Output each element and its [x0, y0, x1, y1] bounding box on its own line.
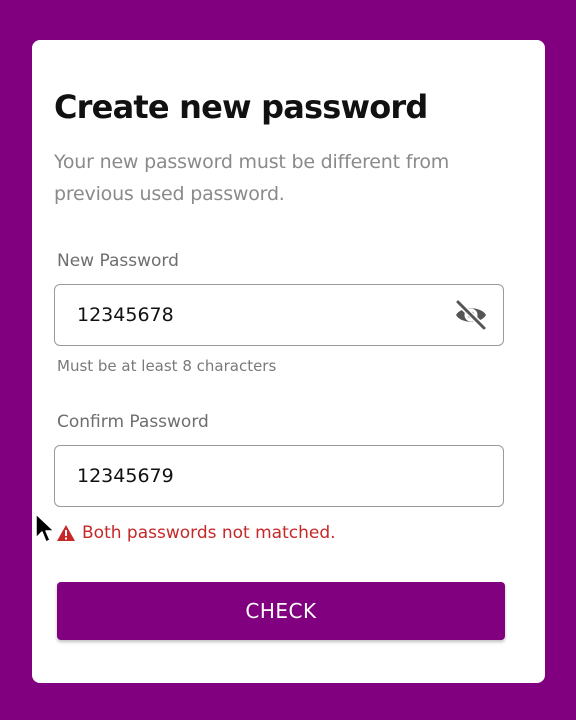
- confirm-password-field[interactable]: [54, 445, 504, 507]
- page-title: Create new password: [54, 88, 428, 126]
- eye-off-icon[interactable]: [453, 298, 489, 332]
- warning-icon: [57, 525, 75, 541]
- confirm-password-label: Confirm Password: [57, 412, 209, 432]
- check-button[interactable]: CHECK: [57, 582, 505, 640]
- error-message: Both passwords not matched.: [56, 521, 336, 545]
- error-text: Both passwords not matched.: [82, 523, 336, 543]
- new-password-label: New Password: [57, 251, 179, 271]
- new-password-field[interactable]: [54, 284, 504, 346]
- new-password-input[interactable]: [77, 285, 437, 345]
- page-subtitle: Your new password must be different from…: [54, 151, 450, 205]
- password-card: Create new password Your new password mu…: [32, 40, 545, 683]
- password-helper-text: Must be at least 8 characters: [57, 357, 277, 375]
- confirm-password-input[interactable]: [77, 446, 437, 506]
